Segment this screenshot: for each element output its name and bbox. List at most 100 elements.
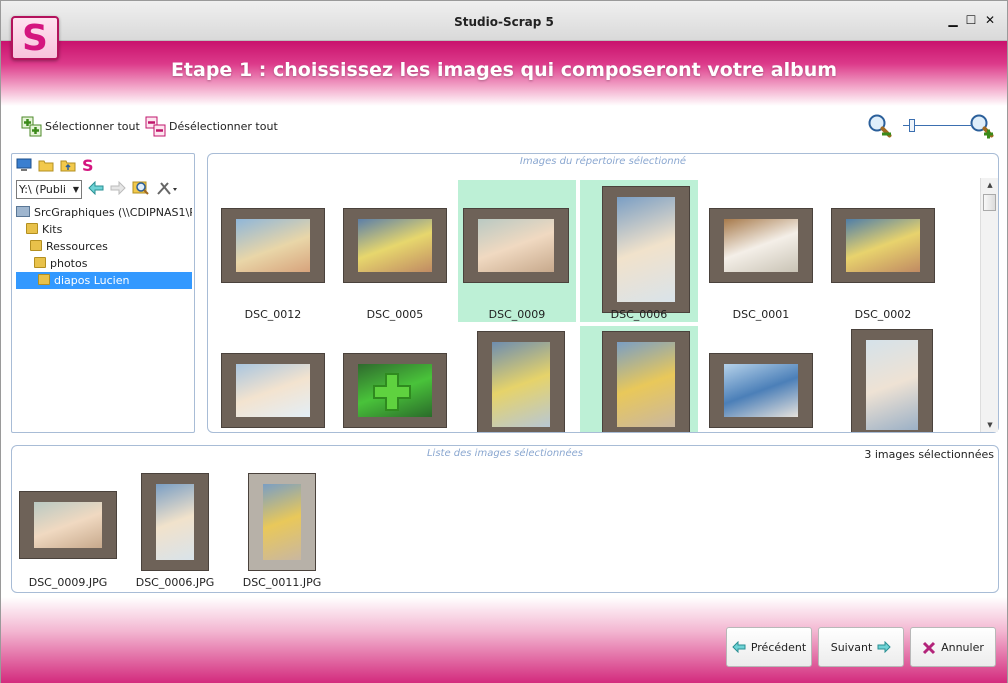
window-title: Studio-Scrap 5 <box>454 15 554 29</box>
photo-image <box>866 340 918 430</box>
photo-frame <box>832 209 934 282</box>
drive-select[interactable]: Y:\ (Publi ▼ <box>16 179 82 199</box>
image-thumbnail[interactable] <box>336 326 454 432</box>
image-thumbnail[interactable]: DSC_0002 <box>824 180 942 322</box>
image-thumbnail[interactable]: DSC_0012 <box>214 180 332 322</box>
deselect-all-button[interactable]: Désélectionner tout <box>145 114 278 138</box>
image-filename: DSC_0012 <box>244 308 302 321</box>
image-thumbnail[interactable] <box>214 326 332 432</box>
maximize-button[interactable]: ☐ <box>964 13 978 27</box>
photo-frame <box>478 332 564 432</box>
image-thumbnail[interactable]: DSC_0001 <box>702 180 820 322</box>
back-arrow-icon[interactable] <box>88 180 104 198</box>
folder-tree-item[interactable]: photos <box>16 255 192 272</box>
image-thumbnail[interactable] <box>580 326 698 432</box>
photo-frame <box>142 474 208 570</box>
selected-count: 3 images sélectionnées <box>864 448 994 461</box>
back-arrow-icon <box>732 640 746 654</box>
folder-tree-label: photos <box>50 257 88 270</box>
computer-icon[interactable] <box>16 157 32 176</box>
image-thumbnail[interactable] <box>824 326 942 432</box>
browser-toolbar-row1: S <box>16 156 94 176</box>
image-filename: DSC_0009 <box>488 308 546 321</box>
scroll-down-icon[interactable]: ▼ <box>981 418 999 432</box>
image-filename: DSC_0006 <box>610 308 668 321</box>
step-title: Etape 1 : choississez les images qui com… <box>170 59 838 81</box>
image-thumbnail[interactable] <box>458 326 576 432</box>
scroll-up-icon[interactable]: ▲ <box>981 178 999 192</box>
search-folder-icon[interactable] <box>132 180 150 199</box>
folder-up-icon[interactable] <box>60 157 76 176</box>
selected-image-filename: DSC_0011.JPG <box>242 576 322 589</box>
image-thumbnail[interactable]: DSC_0005 <box>336 180 454 322</box>
selected-image-item[interactable]: DSC_0009.JPG <box>20 474 116 592</box>
add-overlay-icon <box>372 372 412 412</box>
cancel-button[interactable]: Annuler <box>910 627 996 667</box>
footer-bar: Précédent Suivant Annuler <box>1 597 1007 683</box>
step-banner: Etape 1 : choississez les images qui com… <box>1 41 1007 106</box>
photo-image <box>358 219 432 272</box>
selected-image-filename: DSC_0009.JPG <box>28 576 108 589</box>
select-all-icon <box>21 116 42 137</box>
folder-tree-item[interactable]: diapos Lucien <box>16 272 192 289</box>
drive-select-value: Y:\ (Publi <box>19 182 66 196</box>
network-drive-icon <box>16 206 30 217</box>
photo-image <box>156 484 194 560</box>
next-button[interactable]: Suivant <box>818 627 904 667</box>
selected-image-item[interactable]: DSC_0011.JPG <box>243 474 321 592</box>
minimize-button[interactable]: ▁ <box>946 13 960 27</box>
photo-image <box>236 364 310 417</box>
deselect-all-icon <box>145 116 166 137</box>
folder-browser-panel: S Y:\ (Publi ▼ SrcGraphiques (\\CDIPNAS1… <box>11 153 195 433</box>
image-filename: DSC_0002 <box>854 308 912 321</box>
zoom-slider-thumb[interactable] <box>909 119 915 132</box>
image-filename: DSC_0001 <box>732 308 790 321</box>
photo-image <box>34 502 102 548</box>
folder-tree-item[interactable]: Kits <box>16 221 192 238</box>
tools-icon[interactable] <box>156 180 178 199</box>
scroll-thumb[interactable] <box>983 194 996 211</box>
photo-image <box>263 484 301 560</box>
app-logo-letter: S <box>22 18 48 59</box>
folder-icon <box>34 257 46 268</box>
select-all-label: Sélectionner tout <box>45 119 140 133</box>
image-thumbnail[interactable] <box>702 326 820 432</box>
selected-image-item[interactable]: DSC_0006.JPG <box>136 474 214 592</box>
folder-tree-item[interactable]: Ressources <box>16 238 192 255</box>
photo-frame <box>20 492 116 558</box>
folder-tree-label: SrcGraphiques (\\CDIPNAS1\Pub <box>34 206 192 219</box>
app-window: Studio-Scrap 5 ▁ ☐ ✕ S Etape 1 : choissi… <box>0 0 1008 683</box>
image-grid-scrollbar[interactable]: ▲ ▼ <box>980 178 998 432</box>
folder-icon <box>26 223 38 234</box>
photo-image <box>724 364 798 417</box>
studio-scrap-icon[interactable]: S <box>82 158 94 174</box>
photo-image <box>478 219 554 272</box>
photo-frame <box>464 209 568 282</box>
chevron-down-icon: ▼ <box>72 184 79 194</box>
photo-frame <box>603 187 689 312</box>
directory-images-caption: Images du répertoire sélectionné <box>519 156 687 167</box>
folder-tree-label: Ressources <box>46 240 108 253</box>
zoom-slider[interactable] <box>903 119 973 132</box>
zoom-out-icon[interactable] <box>867 113 893 139</box>
select-all-button[interactable]: Sélectionner tout <box>21 114 140 138</box>
folder-icon <box>30 240 42 251</box>
image-thumbnail[interactable]: DSC_0009 <box>458 180 576 322</box>
next-label: Suivant <box>830 640 873 654</box>
forward-arrow-icon[interactable] <box>110 180 126 198</box>
photo-frame <box>222 354 324 427</box>
photo-image <box>617 197 675 302</box>
close-button[interactable]: ✕ <box>983 13 997 27</box>
previous-button[interactable]: Précédent <box>726 627 812 667</box>
cancel-label: Annuler <box>941 640 984 654</box>
folder-tree-label: diapos Lucien <box>54 274 130 287</box>
image-thumbnail[interactable]: DSC_0006 <box>580 180 698 322</box>
image-filename: DSC_0005 <box>366 308 424 321</box>
photo-frame <box>852 330 932 432</box>
photo-image <box>236 219 310 272</box>
directory-images-panel: Images du répertoire sélectionné DSC_001… <box>207 153 999 433</box>
folder-open-icon[interactable] <box>38 157 54 176</box>
photo-frame <box>222 209 324 282</box>
photo-frame <box>249 474 315 570</box>
folder-tree-item[interactable]: SrcGraphiques (\\CDIPNAS1\Pub <box>16 204 192 221</box>
